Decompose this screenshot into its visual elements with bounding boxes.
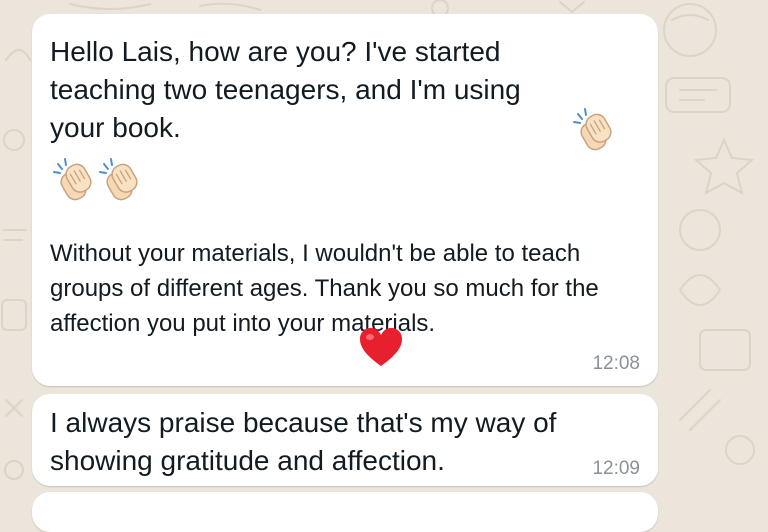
clapping-hands-icon — [99, 158, 138, 201]
message-text: Hello Lais, how are you? I've started te… — [50, 36, 521, 143]
message-bubble-partial[interactable] — [32, 492, 658, 532]
message-bubble-incoming[interactable]: Hello Lais, how are you? I've started te… — [32, 14, 658, 386]
red-heart-icon — [360, 328, 402, 366]
message-timestamp: 12:08 — [592, 353, 640, 374]
message-timestamp: 12:09 — [592, 458, 640, 479]
message-body-text: Without your materials, I wouldn't be ab… — [50, 240, 599, 337]
message-bubble-incoming[interactable]: I always praise because that's my way of… — [32, 394, 658, 486]
clapping-hands-icon — [53, 158, 92, 201]
clapping-hands-icon — [573, 108, 612, 151]
message-text: I always praise because that's my way of… — [50, 407, 557, 476]
